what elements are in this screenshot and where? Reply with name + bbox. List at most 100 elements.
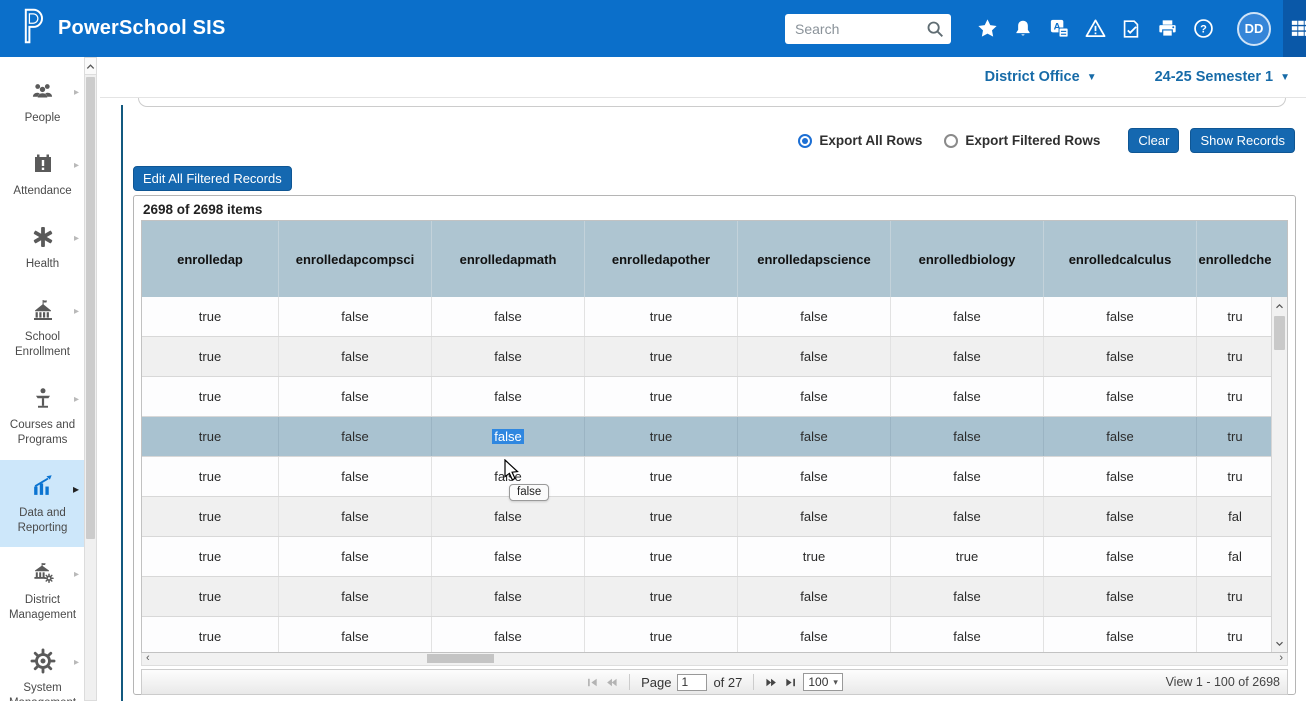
table-cell[interactable]: tru	[1197, 377, 1273, 416]
column-header[interactable]: enrolledapother	[585, 221, 738, 297]
table-cell[interactable]: true	[585, 457, 738, 496]
sidebar-item-data-and-reporting[interactable]: Data and Reporting▸	[0, 460, 85, 548]
sidebar-item-district-management[interactable]: District Management▸	[0, 547, 85, 635]
table-cell[interactable]: false	[432, 297, 585, 336]
column-header[interactable]: enrolledbiology	[891, 221, 1044, 297]
table-cell[interactable]: true	[142, 377, 279, 416]
sidebar-scrollbar[interactable]	[84, 57, 97, 701]
sidebar-item-attendance[interactable]: Attendance▸	[0, 138, 85, 211]
table-cell[interactable]: false	[738, 337, 891, 376]
reports-clipboard-icon[interactable]	[1119, 17, 1143, 41]
help-icon[interactable]: ?	[1191, 17, 1215, 41]
export-filtered-rows-radio[interactable]: Export Filtered Rows	[944, 133, 1100, 148]
table-cell[interactable]: false	[432, 577, 585, 616]
table-cell[interactable]: false	[738, 497, 891, 536]
table-cell[interactable]: true	[142, 617, 279, 653]
table-cell[interactable]: false	[432, 337, 585, 376]
column-header[interactable]: enrolledapscience	[738, 221, 891, 297]
table-row[interactable]: truefalsefalsetruefalsefalsefalsetru	[142, 377, 1287, 417]
table-cell[interactable]: false	[432, 417, 585, 456]
first-page-button[interactable]	[586, 676, 599, 689]
table-cell[interactable]: true	[585, 417, 738, 456]
sidebar-item-school-enrollment[interactable]: School Enrollment▸	[0, 284, 85, 372]
notifications-bell-icon[interactable]	[1011, 17, 1035, 41]
sidebar-scroll-thumb[interactable]	[86, 77, 95, 539]
table-cell[interactable]: tru	[1197, 337, 1273, 376]
table-cell[interactable]: false	[279, 417, 432, 456]
table-cell[interactable]: true	[142, 577, 279, 616]
table-row[interactable]: truefalsefalsetruefalsefalsefalsetru	[142, 417, 1287, 457]
clear-button[interactable]: Clear	[1128, 128, 1179, 153]
term-selector[interactable]: 24-25 Semester 1▼	[1155, 69, 1290, 85]
table-cell[interactable]: false	[1044, 457, 1197, 496]
table-cell[interactable]: true	[142, 537, 279, 576]
table-cell[interactable]: false	[279, 577, 432, 616]
page-size-select[interactable]: 100 ▾	[803, 673, 843, 691]
table-cell[interactable]: true	[585, 297, 738, 336]
table-cell[interactable]: true	[585, 577, 738, 616]
table-cell[interactable]: true	[585, 337, 738, 376]
table-cell[interactable]: true	[738, 537, 891, 576]
table-row[interactable]: truefalsefalsetruefalsefalsefalsetru	[142, 617, 1287, 653]
table-cell[interactable]: false	[279, 337, 432, 376]
table-row[interactable]: truefalsefalsetruefalsefalsefalsetru	[142, 337, 1287, 377]
table-cell[interactable]: tru	[1197, 457, 1273, 496]
table-cell[interactable]: false	[738, 577, 891, 616]
prev-page-button[interactable]	[605, 676, 618, 689]
column-header[interactable]: enrolledapmath	[432, 221, 585, 297]
user-avatar[interactable]: DD	[1237, 12, 1271, 46]
table-cell[interactable]: false	[279, 497, 432, 536]
table-cell[interactable]: false	[1044, 377, 1197, 416]
favorites-star-icon[interactable]	[975, 17, 999, 41]
table-cell[interactable]: false	[738, 297, 891, 336]
table-cell[interactable]: true	[142, 337, 279, 376]
table-cell[interactable]: tru	[1197, 617, 1273, 653]
table-vertical-scrollbar[interactable]	[1271, 297, 1287, 652]
table-cell[interactable]: false	[891, 417, 1044, 456]
table-row[interactable]: truefalsefalsetruefalsefalsefalsefal	[142, 497, 1287, 537]
table-row[interactable]: truefalsefalsetruefalsefalsefalsetru	[142, 297, 1287, 337]
school-selector[interactable]: District Office▼	[985, 69, 1097, 85]
table-cell[interactable]: false	[891, 617, 1044, 653]
table-cell[interactable]: false	[279, 297, 432, 336]
table-cell[interactable]: tru	[1197, 577, 1273, 616]
table-cell[interactable]: true	[142, 297, 279, 336]
table-cell[interactable]: false	[891, 457, 1044, 496]
table-cell[interactable]: false	[432, 537, 585, 576]
column-header[interactable]: enrolledap	[142, 221, 279, 297]
table-cell[interactable]: fal	[1197, 537, 1273, 576]
table-cell[interactable]: false	[891, 577, 1044, 616]
table-cell[interactable]: false	[1044, 617, 1197, 653]
next-page-button[interactable]	[765, 676, 778, 689]
table-cell[interactable]: true	[585, 377, 738, 416]
vertical-scroll-thumb[interactable]	[1274, 316, 1285, 350]
print-icon[interactable]	[1155, 17, 1179, 41]
table-cell[interactable]: true	[142, 457, 279, 496]
sidebar-scroll-up-icon[interactable]	[85, 58, 96, 75]
table-row[interactable]: truefalsefalsetruefalsefalsefalsetru	[142, 457, 1287, 497]
table-cell[interactable]: false	[279, 457, 432, 496]
table-cell[interactable]: false	[891, 297, 1044, 336]
table-cell[interactable]: false	[1044, 497, 1197, 536]
table-cell[interactable]: false	[1044, 537, 1197, 576]
table-cell[interactable]: false	[891, 377, 1044, 416]
table-cell[interactable]: tru	[1197, 297, 1273, 336]
scroll-up-icon[interactable]	[1272, 297, 1287, 314]
table-cell[interactable]: false	[1044, 337, 1197, 376]
table-row[interactable]: truefalsefalsetruetruetruefalsefal	[142, 537, 1287, 577]
table-cell[interactable]: false	[738, 617, 891, 653]
column-header[interactable]: enrolledcalculus	[1044, 221, 1197, 297]
sidebar-item-health[interactable]: Health▸	[0, 211, 85, 284]
edit-all-filtered-records-button[interactable]: Edit All Filtered Records	[133, 166, 292, 191]
horizontal-scroll-thumb[interactable]	[427, 654, 494, 663]
table-cell[interactable]: false	[738, 417, 891, 456]
sidebar-item-system-management[interactable]: System Management▸	[0, 635, 85, 701]
sidebar-item-courses-and-programs[interactable]: Courses and Programs▸	[0, 372, 85, 460]
export-all-rows-radio[interactable]: Export All Rows	[798, 133, 922, 148]
table-cell[interactable]: fal	[1197, 497, 1273, 536]
table-cell[interactable]: true	[142, 417, 279, 456]
table-cell[interactable]: true	[142, 497, 279, 536]
table-cell[interactable]: tru	[1197, 417, 1273, 456]
table-horizontal-scrollbar[interactable]: ‹ ›	[141, 653, 1288, 666]
scroll-right-icon[interactable]: ›	[1279, 652, 1283, 665]
